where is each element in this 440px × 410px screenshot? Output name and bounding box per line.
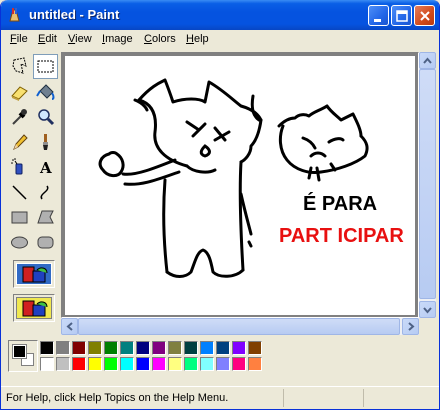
menu-bar: File Edit View Image Colors Help	[4, 30, 438, 49]
maximize-button[interactable]	[391, 5, 412, 26]
palette-swatch[interactable]	[184, 341, 198, 355]
pick-color-icon[interactable]	[7, 105, 32, 130]
vertical-scrollbar[interactable]	[419, 52, 436, 318]
current-colors[interactable]	[8, 340, 38, 372]
eraser-icon[interactable]	[7, 80, 32, 105]
menu-view[interactable]: View	[68, 33, 92, 45]
paint-app-icon[interactable]	[7, 7, 23, 23]
palette-swatch[interactable]	[72, 357, 86, 371]
palette-swatch[interactable]	[88, 341, 102, 355]
palette-swatch[interactable]	[40, 341, 54, 355]
palette-swatch[interactable]	[200, 341, 214, 355]
curve-icon[interactable]	[33, 180, 58, 205]
pencil-icon[interactable]	[7, 130, 32, 155]
palette-swatch[interactable]	[216, 341, 230, 355]
palette-swatch[interactable]	[168, 357, 182, 371]
palette-swatch[interactable]	[232, 357, 246, 371]
scroll-up-button[interactable]	[419, 52, 436, 69]
menu-help[interactable]: Help	[186, 33, 209, 45]
menu-image[interactable]: Image	[102, 33, 133, 45]
palette-swatch[interactable]	[152, 341, 166, 355]
palette-swatch[interactable]	[120, 341, 134, 355]
foreground-color	[12, 344, 27, 359]
svg-text:A: A	[39, 159, 52, 177]
palette-swatch[interactable]	[168, 341, 182, 355]
status-bar: For Help, click Help Topics on the Help …	[1, 386, 439, 408]
palette-swatch[interactable]	[184, 357, 198, 371]
palette-swatch[interactable]	[56, 357, 70, 371]
brush-icon[interactable]	[33, 130, 58, 155]
status-pane-position	[283, 389, 363, 407]
vertical-scroll-thumb[interactable]	[419, 69, 436, 299]
status-pane-size	[363, 389, 439, 407]
title-bar[interactable]: untitled - Paint	[1, 0, 439, 30]
palette-swatch[interactable]	[56, 341, 70, 355]
palette-swatch[interactable]	[248, 341, 262, 355]
palette-swatch[interactable]	[152, 357, 166, 371]
palette-swatch[interactable]	[40, 357, 54, 371]
transparent-option-transparent[interactable]	[16, 297, 52, 319]
tool-options-box-2	[13, 294, 55, 322]
magnifier-icon[interactable]	[33, 105, 58, 130]
palette-swatch[interactable]	[72, 341, 86, 355]
palette-swatch[interactable]	[104, 341, 118, 355]
canvas-text-line1: É PARA	[303, 192, 377, 215]
ellipse-icon[interactable]	[7, 230, 32, 255]
rectangle-icon[interactable]	[7, 205, 32, 230]
close-button[interactable]	[414, 5, 435, 26]
status-help-text: For Help, click Help Topics on the Help …	[6, 392, 229, 404]
palette-swatch[interactable]	[232, 341, 246, 355]
palette-swatch[interactable]	[136, 341, 150, 355]
tool-box: A	[4, 52, 59, 332]
paint-window: untitled - Paint File Edit View Image Co…	[0, 0, 440, 410]
select-icon[interactable]	[33, 54, 58, 79]
scroll-left-button[interactable]	[61, 318, 78, 335]
palette-swatch[interactable]	[136, 357, 150, 371]
palette-swatch[interactable]	[88, 357, 102, 371]
horizontal-scrollbar[interactable]	[61, 318, 419, 335]
horizontal-scroll-thumb[interactable]	[78, 318, 400, 335]
palette-swatch[interactable]	[248, 357, 262, 371]
palette-swatch[interactable]	[216, 357, 230, 371]
color-box	[4, 338, 438, 378]
airbrush-icon[interactable]	[7, 155, 32, 180]
menu-file[interactable]: File	[10, 33, 28, 45]
scrollbar-corner	[419, 318, 436, 335]
doodle-drawing: É PARA PART ICIPAR	[98, 78, 404, 278]
tool-options-box	[13, 260, 55, 288]
rounded-rectangle-icon[interactable]	[33, 230, 58, 255]
polygon-icon[interactable]	[33, 205, 58, 230]
canvas-area: É PARA PART ICIPAR	[61, 52, 419, 318]
window-title: untitled - Paint	[29, 7, 120, 22]
menu-colors[interactable]: Colors	[144, 33, 176, 45]
scroll-right-button[interactable]	[402, 318, 419, 335]
drawing-canvas[interactable]: É PARA PART ICIPAR	[65, 56, 415, 315]
fill-icon[interactable]	[33, 80, 58, 105]
text-icon[interactable]: A	[33, 155, 58, 180]
transparent-option-opaque[interactable]	[16, 263, 52, 285]
palette-swatch[interactable]	[200, 357, 214, 371]
scroll-down-button[interactable]	[419, 301, 436, 318]
free-form-select-icon[interactable]	[7, 54, 32, 79]
palette-swatch[interactable]	[104, 357, 118, 371]
menu-edit[interactable]: Edit	[38, 33, 57, 45]
palette-swatch[interactable]	[120, 357, 134, 371]
minimize-button[interactable]	[368, 5, 389, 26]
line-icon[interactable]	[7, 180, 32, 205]
canvas-text-line2: PART ICIPAR	[279, 225, 404, 247]
